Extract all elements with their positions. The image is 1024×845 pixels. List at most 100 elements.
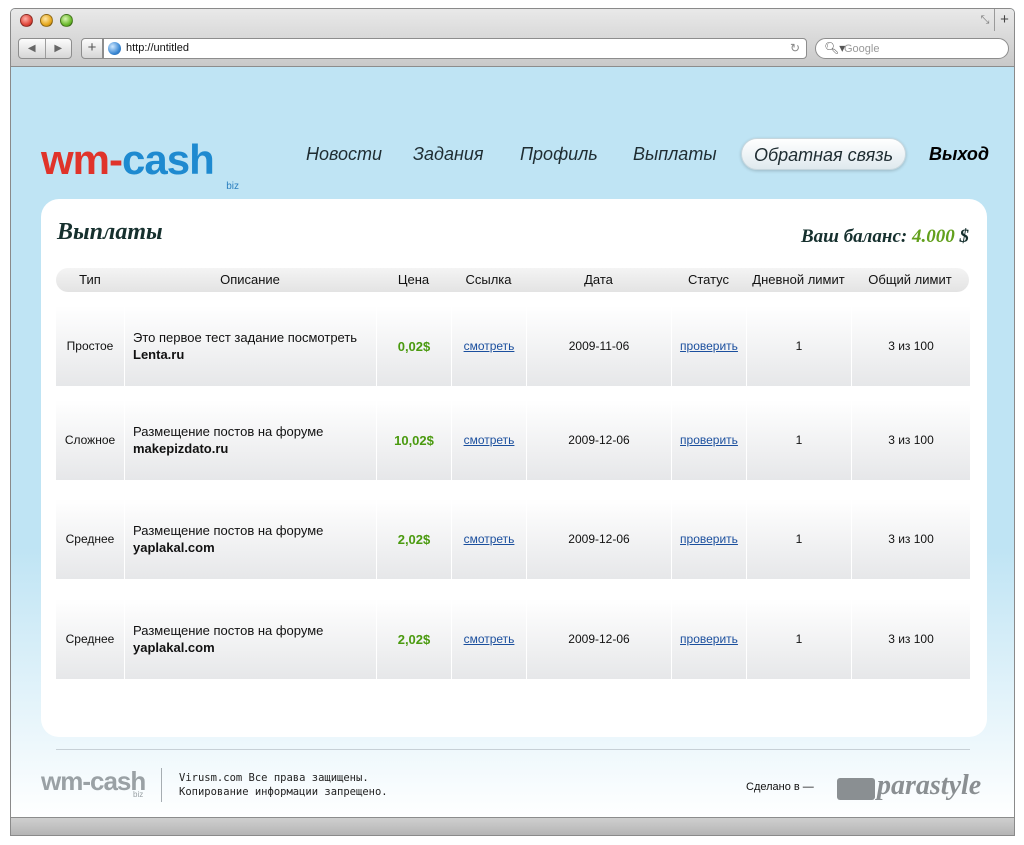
- close-window-button[interactable]: [20, 14, 33, 27]
- cell-link: смотреть: [451, 306, 526, 386]
- browser-toolbar: ⤡ + ◀ ▶ + http://untitled ↻ 🔍︎▾ Google: [11, 9, 1014, 67]
- footer-divider: [56, 749, 970, 750]
- balance-label: Ваш баланс:: [800, 226, 908, 247]
- cell-description: Размещение постов на форуме yaplakal.com: [124, 599, 376, 679]
- view-link[interactable]: смотреть: [464, 532, 515, 546]
- minimize-window-button[interactable]: [40, 14, 53, 27]
- check-link[interactable]: проверить: [680, 433, 738, 447]
- cell-description: Размещение постов на форуме makepizdato.r…: [124, 400, 376, 480]
- cell-total-limit: 3 из 100: [851, 499, 970, 579]
- cell-status: проверить: [671, 400, 746, 480]
- table-row: Сложное Размещение постов на форуме makep…: [56, 400, 970, 480]
- cell-price: 2,02$: [376, 599, 451, 679]
- cell-total-limit: 3 из 100: [851, 400, 970, 480]
- cell-type: Среднее: [65, 532, 115, 546]
- menu-item-feedback[interactable]: Обратная связь: [741, 138, 907, 170]
- zoom-window-button[interactable]: [60, 14, 73, 27]
- balance-currency: $: [959, 226, 970, 247]
- cell-status: проверить: [671, 499, 746, 579]
- cell-total-limit: 3 из 100: [851, 599, 970, 679]
- browser-window: ⤡ + ◀ ▶ + http://untitled ↻ 🔍︎▾ Google w…: [10, 8, 1015, 836]
- cell-price: 0,02$: [376, 306, 451, 386]
- copyright-line-2: Копирование информации запрещено.: [179, 786, 388, 798]
- globe-icon: [108, 42, 121, 55]
- resize-icon[interactable]: ⤡: [978, 13, 992, 27]
- menu-item-profile[interactable]: Профиль: [520, 138, 598, 170]
- header-status: Статус: [687, 272, 730, 287]
- cell-total-limit: 3 из 100: [851, 306, 970, 386]
- menu-item-news[interactable]: Новости: [306, 138, 382, 170]
- table-row: Среднее Размещение постов на форуме yapla…: [56, 499, 970, 579]
- cell-date: 2009-12-06: [526, 599, 671, 679]
- header-date: Дата: [584, 272, 613, 287]
- cell-price: 2,02$: [376, 499, 451, 579]
- reload-icon[interactable]: ↻: [790, 41, 800, 55]
- parastyle-logo[interactable]: parastyle: [837, 768, 983, 804]
- task-site: makepizdato.ru: [133, 441, 229, 456]
- task-site: Lenta.ru: [133, 347, 185, 362]
- balance-value: 4.000: [912, 226, 955, 247]
- cell-price: 10,02$: [376, 400, 451, 480]
- view-link[interactable]: смотреть: [464, 339, 515, 353]
- check-link[interactable]: проверить: [680, 532, 738, 546]
- footer-logo[interactable]: wm-cash: [41, 766, 146, 797]
- content-panel: Выплаты Ваш баланс: 4.000 $ Тип Описание…: [41, 199, 987, 737]
- forward-button[interactable]: ▶: [44, 39, 72, 58]
- url-text[interactable]: http://untitled: [126, 42, 189, 54]
- cell-description: Размещение постов на форуме yaplakal.com: [124, 499, 376, 579]
- task-text: Размещение постов на форуме: [133, 623, 324, 638]
- header-total-limit: Общий лимит: [868, 272, 952, 287]
- cell-daily-limit: 1: [746, 499, 851, 579]
- cell-date: 2009-12-06: [526, 499, 671, 579]
- cell-type: Простое: [66, 339, 114, 353]
- search-placeholder[interactable]: Google: [844, 43, 879, 55]
- task-site: yaplakal.com: [133, 640, 215, 655]
- footer-separator: [161, 768, 162, 802]
- task-site: yaplakal.com: [133, 540, 215, 555]
- task-text: Размещение постов на форуме: [133, 523, 324, 538]
- search-icon[interactable]: 🔍︎▾: [824, 41, 845, 55]
- cell-date: 2009-11-06: [526, 306, 671, 386]
- menu-item-tasks[interactable]: Задания: [413, 138, 484, 170]
- view-link[interactable]: смотреть: [464, 632, 515, 646]
- made-by-text: Сделано в —: [746, 781, 814, 793]
- cell-description: Это первое тест задание посмотреть Lenta.…: [124, 306, 376, 386]
- footer-logo-biz: biz: [133, 790, 144, 799]
- cell-status: проверить: [671, 599, 746, 679]
- header-description: Описание: [220, 272, 280, 287]
- check-link[interactable]: проверить: [680, 632, 738, 646]
- parastyle-wordmark: parastyle: [877, 770, 982, 801]
- cell-link: смотреть: [451, 400, 526, 480]
- history-nav: ◀ ▶: [18, 38, 72, 59]
- table-row: Простое Это первое тест задание посмотре…: [56, 306, 970, 386]
- table-row: Среднее Размещение постов на форуме yapla…: [56, 599, 970, 679]
- main-menu: Новости Задания Профиль Выплаты Обратная…: [11, 138, 1014, 170]
- view-link[interactable]: смотреть: [464, 433, 515, 447]
- search-field[interactable]: 🔍︎▾ Google: [815, 38, 1009, 59]
- page-title: Выплаты: [57, 219, 163, 245]
- cell-daily-limit: 1: [746, 306, 851, 386]
- cell-link: смотреть: [451, 599, 526, 679]
- menu-item-payouts[interactable]: Выплаты: [633, 138, 717, 170]
- header-link: Ссылка: [465, 272, 512, 287]
- back-button[interactable]: ◀: [19, 39, 45, 58]
- check-link[interactable]: проверить: [680, 339, 738, 353]
- menu-item-logout[interactable]: Выход: [929, 138, 989, 170]
- add-bookmark-button[interactable]: +: [81, 38, 103, 59]
- footer-copyright: Virusm.com Все права защищены. Копирован…: [179, 771, 388, 799]
- cell-daily-limit: 1: [746, 400, 851, 480]
- new-tab-button[interactable]: +: [994, 9, 1014, 31]
- copyright-line-1: Virusm.com Все права защищены.: [179, 772, 369, 784]
- address-bar[interactable]: http://untitled ↻: [103, 38, 807, 59]
- balance: Ваш баланс: 4.000 $: [801, 226, 969, 248]
- logo-biz: biz: [226, 181, 239, 192]
- status-bar: [11, 817, 1014, 835]
- header-type: Тип: [79, 272, 101, 287]
- task-text: Размещение постов на форуме: [133, 424, 324, 439]
- cell-type: Среднее: [65, 632, 115, 646]
- table-header: Тип Описание Цена Ссылка Дата Статус Дне…: [56, 268, 969, 292]
- cell-date: 2009-12-06: [526, 400, 671, 480]
- cell-type: Сложное: [64, 433, 116, 447]
- cell-status: проверить: [671, 306, 746, 386]
- page: wm-cash biz Новости Задания Профиль Выпл…: [11, 68, 1014, 819]
